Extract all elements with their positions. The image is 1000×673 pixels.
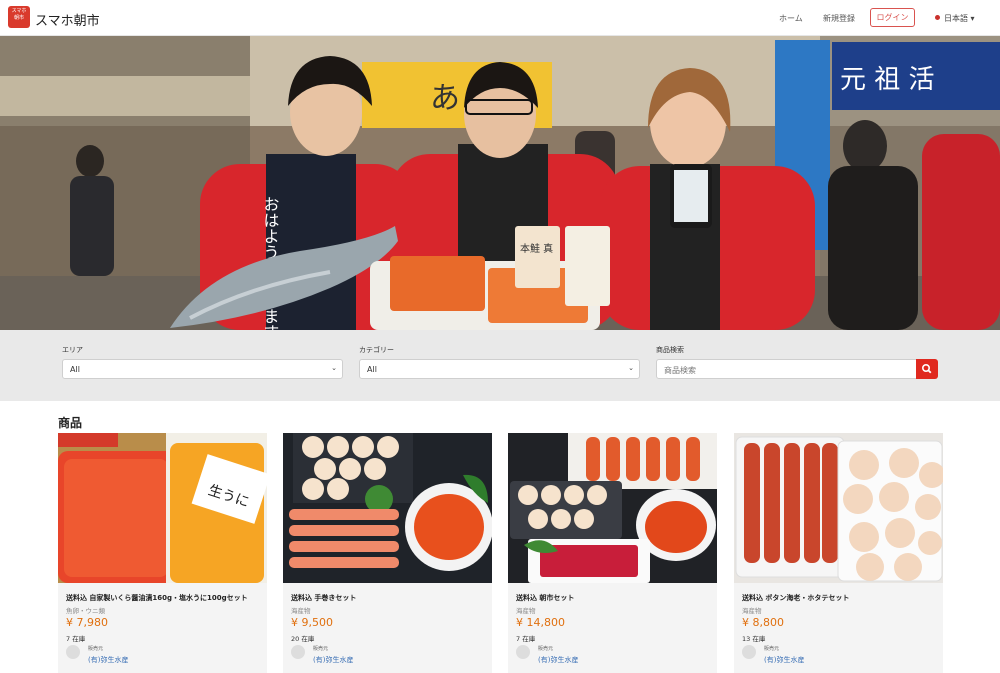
product-image[interactable] (283, 433, 492, 583)
product-price: ¥ 9,500 (291, 616, 333, 629)
chevron-down-icon: ⌄ (628, 364, 634, 372)
product-title[interactable]: 送料込 ボタン海老・ホタテセット (742, 593, 849, 603)
product-price: ¥ 7,980 (66, 616, 108, 629)
product-stock: 13 在庫 (742, 635, 766, 643)
products-section-title: 商品 (58, 416, 83, 430)
product-category: 海産物 (742, 607, 762, 615)
seller-avatar (66, 645, 80, 659)
product-title[interactable]: 送料込 朝市セット (516, 593, 574, 603)
hero-banner-image: あ 元 祖 活 おはようございます (0, 36, 1000, 330)
search-icon (922, 364, 932, 374)
product-stock: 20 在庫 (291, 635, 315, 643)
seller-avatar (291, 645, 305, 659)
category-filter-label: カテゴリー (359, 346, 394, 354)
product-card[interactable]: 送料込 朝市セット 海産物 ¥ 14,800 7 在庫 販売元 (有)弥生水産 (508, 433, 717, 673)
seller-link[interactable]: (有)弥生水産 (538, 655, 578, 665)
top-navbar: スマホ 朝市 スマホ朝市 ホーム 新規登録 ログイン 日本語 ▾ (0, 0, 1000, 36)
search-filter-label: 商品検索 (656, 346, 684, 354)
seller-avatar (516, 645, 530, 659)
product-card[interactable]: 送料込 ボタン海老・ホタテセット 海産物 ¥ 8,800 13 在庫 販売元 (… (734, 433, 943, 673)
search-input[interactable]: 商品検索 (656, 359, 917, 379)
category-select[interactable]: All ⌄ (359, 359, 640, 379)
category-select-value: All (367, 365, 377, 374)
hero-banner-text: あ (430, 81, 460, 116)
product-card[interactable]: 送料込 手巻きセット 海産物 ¥ 9,500 20 在庫 販売元 (有)弥生水産 (283, 433, 492, 673)
product-category: 海産物 (291, 607, 311, 615)
seller-avatar (742, 645, 756, 659)
nav-signup-link[interactable]: 新規登録 (823, 13, 855, 24)
area-select-value: All (70, 365, 80, 374)
seller-label: 販売元 (764, 646, 780, 652)
product-title[interactable]: 送料込 手巻きセット (291, 593, 356, 603)
area-select[interactable]: All ⌄ (62, 359, 343, 379)
seller-link[interactable]: (有)弥生水産 (764, 655, 804, 665)
area-filter-label: エリア (62, 346, 83, 354)
login-button[interactable]: ログイン (870, 8, 915, 27)
chevron-down-icon: ⌄ (331, 364, 337, 372)
search-placeholder: 商品検索 (664, 366, 696, 375)
seller-link[interactable]: (有)弥生水産 (88, 655, 128, 665)
logo-icon[interactable]: スマホ 朝市 (8, 6, 30, 28)
seller-link[interactable]: (有)弥生水産 (313, 655, 353, 665)
seller-label: 販売元 (538, 646, 554, 652)
product-image[interactable]: 生うに (58, 433, 267, 583)
seller-label: 販売元 (88, 646, 104, 652)
product-category: 魚卵・ウニ類 (66, 607, 105, 615)
japan-flag-icon (935, 15, 940, 20)
language-dropdown[interactable]: 日本語 ▾ (935, 13, 975, 24)
product-stock: 7 在庫 (516, 635, 536, 643)
product-title[interactable]: 送料込 自家製いくら醤油漬160g・塩水うに100gセット (66, 593, 248, 603)
product-category: 海産物 (516, 607, 536, 615)
seller-label: 販売元 (313, 646, 329, 652)
filter-bar: エリア All ⌄ カテゴリー All ⌄ 商品検索 商品検索 (0, 330, 1000, 401)
product-stock: 7 在庫 (66, 635, 86, 643)
hero-fish-pack-label: 本鮭 真 (520, 242, 553, 255)
nav-home-link[interactable]: ホーム (779, 13, 803, 24)
product-image[interactable] (734, 433, 943, 583)
product-price: ¥ 8,800 (742, 616, 784, 629)
brand-name[interactable]: スマホ朝市 (35, 10, 100, 29)
product-image[interactable] (508, 433, 717, 583)
hero-blue-banner-text: 元 祖 活 (840, 65, 935, 95)
language-label: 日本語 (944, 14, 968, 23)
product-price: ¥ 14,800 (516, 616, 565, 629)
search-button[interactable] (916, 359, 938, 379)
product-card[interactable]: 生うに 送料込 自家製いくら醤油漬160g・塩水うに100gセット 魚卵・ウニ類… (58, 433, 267, 673)
